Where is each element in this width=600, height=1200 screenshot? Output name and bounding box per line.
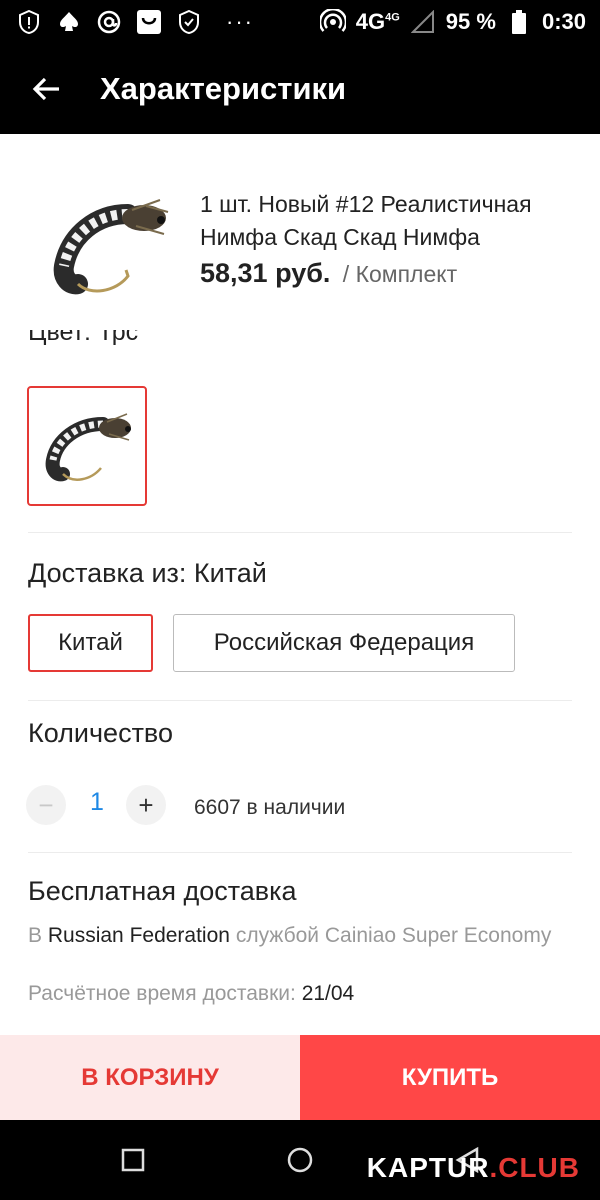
- plus-icon: +: [138, 789, 154, 820]
- battery-icon: [506, 9, 532, 35]
- bag-icon: [136, 9, 162, 35]
- battery-percent: 95 %: [445, 9, 496, 34]
- delivery-from-title: Доставка из: Китай: [28, 558, 267, 588]
- divider: [28, 700, 572, 701]
- clock: 0:30: [541, 9, 586, 34]
- watermark: KAPTUR.CLUB: [366, 1152, 580, 1183]
- home-button[interactable]: [280, 1140, 320, 1180]
- more-notifications: ···: [226, 9, 254, 34]
- action-bar: В КОРЗИНУ КУПИТЬ: [0, 1035, 600, 1120]
- delivery-eta: Расчётное время доставки: 21/04: [28, 982, 355, 1005]
- network-type: 4G4G: [355, 9, 400, 34]
- color-label: Цвет: Трс: [28, 330, 139, 346]
- signal-icon: [410, 9, 436, 35]
- shipping-service: службой Cainiao Super Economy: [235, 924, 552, 947]
- product-header: 1 шт. Новый #12 Реалистичная Нимфа Скад …: [0, 134, 600, 324]
- app-bar: Характеристики: [0, 44, 600, 134]
- delivery-option-russia[interactable]: Российская Федерация: [173, 614, 515, 672]
- product-title: 1 шт. Новый #12 Реалистичная Нимфа Скад …: [200, 191, 532, 250]
- shield-check-icon: [176, 9, 202, 35]
- hotspot-icon: [319, 9, 346, 35]
- status-right: 4G4G 95 % 0:30: [319, 9, 600, 35]
- shipping-method: В Russian Federation службой Cainiao Sup…: [28, 924, 552, 947]
- stock-count: 6607 в наличии: [194, 796, 346, 819]
- status-bar: ··· 4G4G 95 % 0:30: [0, 0, 600, 44]
- divider: [28, 532, 572, 533]
- color-option-image: [45, 413, 131, 482]
- quantity-increment-button[interactable]: +: [126, 785, 166, 825]
- price-row: 58,31 руб. / Комплект: [200, 258, 457, 289]
- spade-icon: [56, 9, 82, 35]
- square-icon: [121, 1148, 145, 1172]
- quantity-decrement-button[interactable]: −: [26, 785, 66, 825]
- back-button[interactable]: [16, 59, 76, 119]
- divider: [28, 852, 572, 853]
- shipping-country: Russian Federation: [47, 924, 230, 947]
- system-nav-bar: KAPTUR.CLUB: [0, 1120, 600, 1200]
- recents-button[interactable]: [113, 1140, 153, 1180]
- price-unit: / Комплект: [342, 261, 458, 287]
- page-title: Характеристики: [100, 71, 347, 106]
- minus-icon: −: [38, 789, 54, 820]
- shipping-title: Бесплатная доставка: [28, 876, 297, 906]
- buy-now-button[interactable]: КУПИТЬ: [300, 1035, 600, 1120]
- circle-icon: [287, 1147, 313, 1173]
- status-left: ···: [0, 9, 254, 35]
- quantity-title: Количество: [28, 718, 173, 748]
- product-price: 58,31 руб.: [200, 258, 331, 288]
- product-image: [36, 180, 186, 310]
- quantity-value[interactable]: 1: [86, 788, 108, 817]
- arrow-left-icon: [32, 77, 59, 101]
- color-option-selected[interactable]: [27, 386, 147, 506]
- alert-shield-icon: [16, 9, 42, 35]
- network-type-sup: 4G: [385, 11, 400, 24]
- at-icon: [96, 9, 122, 35]
- delivery-option-china[interactable]: Китай: [28, 614, 153, 672]
- add-to-cart-button[interactable]: В КОРЗИНУ: [0, 1035, 300, 1120]
- delivery-eta-value: 21/04: [301, 982, 355, 1005]
